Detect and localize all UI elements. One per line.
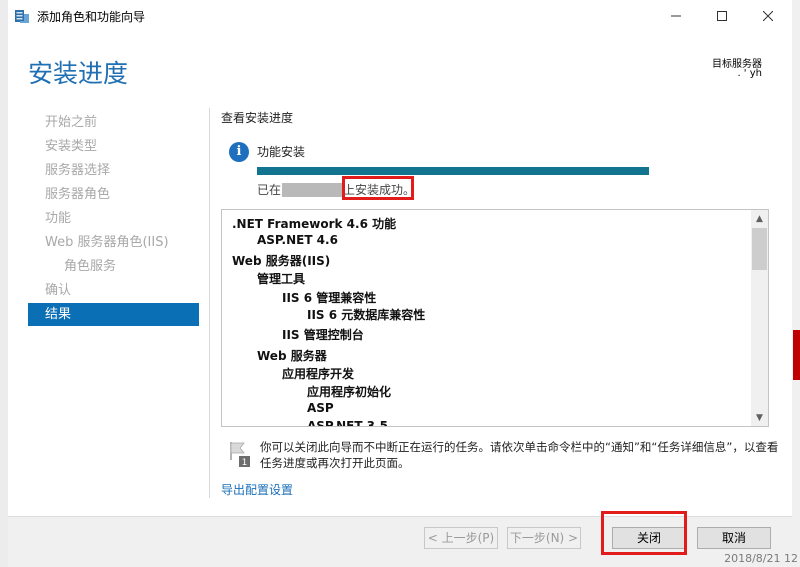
desktop-background-left (0, 0, 8, 567)
feature-tree-item: ASP.NET 4.6 (257, 233, 338, 247)
previous-button[interactable]: < 上一步(P) (424, 527, 498, 549)
feature-tree-item: Web 服务器 (257, 349, 327, 363)
nav-item-results[interactable]: 结果 (28, 303, 199, 326)
maximize-button[interactable] (699, 0, 745, 31)
feature-tree-item: IIS 6 管理兼容性 (282, 291, 377, 305)
close-icon (762, 6, 774, 25)
success-highlight-box (342, 176, 414, 200)
minimize-icon (671, 6, 681, 25)
feature-tree-item: Web 服务器(IIS) (232, 254, 331, 268)
install-progress-fill (257, 167, 649, 175)
feature-tree-item: 应用程序初始化 (307, 385, 392, 399)
nav-item-server-roles: 服务器角色 (45, 187, 111, 202)
page-title: 安装进度 (28, 59, 129, 88)
minimize-button[interactable] (653, 0, 699, 31)
next-button[interactable]: 下一步(N) > (507, 527, 581, 549)
nav-item-features: 功能 (45, 211, 72, 226)
nav-item-web-server-role: Web 服务器角色(IIS) (45, 235, 169, 250)
section-heading: 查看安装进度 (221, 111, 294, 125)
close-wizard-note: 你可以关闭此向导而不中断正在运行的任务。请依次单击命令栏中的“通知”和“任务详细… (260, 440, 779, 470)
maximize-icon (717, 6, 727, 25)
status-prefix: 已在 (257, 183, 282, 197)
installed-features-list[interactable]: .NET Framework 4.6 功能 ASP.NET 4.6 Web 服务器(… (221, 209, 769, 427)
install-progress-bar (257, 167, 649, 175)
close-window-button[interactable] (745, 0, 791, 31)
feature-tree-item: 应用程序开发 (282, 367, 355, 381)
feature-tree-item: .NET Framework 4.6 功能 (232, 217, 397, 231)
wizard-window: 添加角色和功能向导 安装进度 目标服务器 . ' yh 开始之前 安装类型 服务… (8, 0, 792, 567)
close-highlight-box (601, 511, 687, 555)
feature-tree-item: ASP.NET 3.5 (307, 419, 388, 427)
vertical-scrollbar[interactable]: ▲ ▼ (751, 210, 768, 426)
export-configuration-link[interactable]: 导出配置设置 (221, 481, 293, 498)
server-manager-wizard-icon (14, 8, 30, 24)
window-title: 添加角色和功能向导 (37, 10, 146, 24)
cancel-button[interactable]: 取消 (697, 527, 771, 549)
redacted-server-name (282, 182, 343, 197)
flag-notification-icon: 1 (227, 440, 251, 468)
nav-divider (209, 108, 210, 498)
nav-item-before-you-begin: 开始之前 (45, 115, 98, 130)
info-icon: i (229, 142, 249, 162)
scroll-up-icon[interactable]: ▲ (751, 210, 768, 227)
destination-server-value: . ' yh (737, 68, 762, 79)
nav-item-server-selection: 服务器选择 (45, 163, 111, 178)
nav-item-role-services: 角色服务 (64, 259, 117, 274)
scrollbar-thumb[interactable] (752, 228, 767, 270)
title-bar[interactable]: 添加角色和功能向导 (8, 0, 792, 31)
taskbar-clock-fragment: 2018/8/21 12 (724, 552, 798, 565)
desktop-background-right (792, 0, 800, 567)
feature-tree-item: 管理工具 (257, 272, 306, 286)
feature-tree-item: IIS 管理控制台 (282, 328, 364, 342)
feature-tree-item: ASP (307, 401, 334, 415)
desktop-background-red-block (793, 330, 800, 380)
feature-install-label: 功能安装 (257, 145, 306, 159)
nav-item-installation-type: 安装类型 (45, 139, 98, 154)
feature-tree-item: IIS 6 元数据库兼容性 (307, 308, 426, 322)
scroll-down-icon[interactable]: ▼ (751, 409, 768, 426)
nav-item-confirmation: 确认 (45, 283, 72, 298)
svg-text:1: 1 (242, 458, 248, 468)
